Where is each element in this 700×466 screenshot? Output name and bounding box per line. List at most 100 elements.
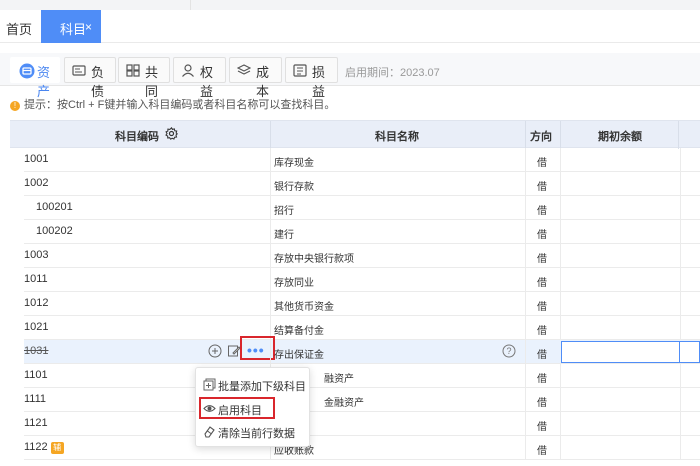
- table-row[interactable]: 1002 银行存款 借: [24, 172, 700, 196]
- tab-equity[interactable]: 权益: [173, 57, 226, 99]
- table-row[interactable]: 100202 建行 借: [24, 220, 700, 244]
- row-direction: 借: [537, 446, 547, 457]
- tab-bar: 首页 科目 ×: [0, 10, 700, 43]
- row-name: 金融资产: [324, 398, 364, 409]
- header-direction: 方向: [530, 131, 552, 143]
- row-code: 1001: [24, 153, 49, 165]
- table-row-selected[interactable]: 1031 ••• 存出保证金 ? 借: [24, 336, 700, 364]
- asset-icon: [19, 63, 35, 79]
- close-icon[interactable]: ×: [85, 20, 92, 34]
- header-name: 科目名称: [375, 131, 419, 143]
- row-code: 1012: [24, 297, 49, 309]
- tip-label: 提示：按Ctrl + F键并输入科目编码或者科目名称可以查找科目。: [24, 99, 336, 111]
- row-name: 银行存款: [274, 182, 314, 193]
- menu-item-label: 批量添加下级科目: [218, 381, 306, 393]
- row-direction: 借: [537, 302, 547, 313]
- table-row[interactable]: 1012 其他货币资金 借: [24, 292, 700, 316]
- cost-icon: [237, 64, 251, 75]
- tab-subjects-label: 科目: [60, 22, 87, 37]
- tab-liability[interactable]: 负债: [64, 57, 116, 99]
- edit-icon[interactable]: [227, 344, 241, 358]
- add-sub-icon: [203, 378, 216, 391]
- row-direction: 借: [537, 278, 547, 289]
- row-name: 建行: [274, 230, 294, 241]
- table-row[interactable]: 1003 存放中央银行款项 借: [24, 244, 700, 268]
- eye-icon: [203, 405, 216, 412]
- menu-item-enable[interactable]: 启用科目: [199, 397, 275, 419]
- tab-common-label: 共同: [145, 65, 159, 99]
- more-dots-icon: •••: [247, 342, 265, 358]
- liability-icon: [72, 65, 86, 76]
- eraser-icon: [204, 426, 215, 438]
- row-direction: 借: [537, 398, 547, 409]
- enable-period: 启用期间：2023.07: [345, 67, 440, 79]
- row-context-menu: 批量添加下级科目 启用科目 清除当前行数据: [195, 367, 310, 447]
- row-name: 融资产: [324, 374, 354, 385]
- row-direction: 借: [537, 374, 547, 385]
- row-code: 1011: [24, 273, 48, 285]
- tab-profit-loss-label: 损益: [312, 65, 326, 99]
- row-code: 1003: [24, 249, 49, 261]
- menu-item-label: 启用科目: [218, 405, 262, 417]
- row-code-text: 1122: [24, 441, 48, 453]
- aux-badge: 辅: [50, 442, 64, 454]
- tab-profit-loss[interactable]: 损益: [285, 57, 338, 99]
- tab-common[interactable]: 共同: [118, 57, 170, 99]
- tab-liability-label: 负债: [91, 65, 105, 99]
- tab-cost[interactable]: 成本: [229, 57, 282, 99]
- header-opening-balance: 期初余额: [598, 131, 642, 143]
- row-code: 1031: [24, 345, 49, 357]
- row-name: 存放同业: [274, 278, 314, 289]
- opening-balance-input[interactable]: [561, 341, 680, 363]
- row-code: 1101: [24, 369, 48, 381]
- help-icon[interactable]: ?: [502, 344, 516, 358]
- table-row[interactable]: 1111 金融资产 借: [24, 388, 700, 412]
- tab-equity-label: 权益: [200, 65, 214, 99]
- menu-item-label: 清除当前行数据: [218, 428, 295, 440]
- row-name: 存放中央银行款项: [274, 254, 354, 265]
- row-direction: 借: [537, 182, 547, 193]
- row-code: 1122 辅: [24, 441, 64, 454]
- table-row[interactable]: 1021 结算备付金 借: [24, 316, 700, 340]
- row-name: 存出保证金: [274, 350, 324, 361]
- row-direction: 借: [537, 254, 547, 265]
- add-circle-icon[interactable]: [208, 344, 222, 358]
- menu-item-batch-add[interactable]: 批量添加下级科目: [200, 374, 306, 396]
- row-direction: 借: [537, 350, 547, 361]
- tip-text: ! 提示：按Ctrl + F键并输入科目编码或者科目名称可以查找科目。: [10, 96, 335, 112]
- tab-asset-label: 资产: [37, 65, 51, 99]
- row-code: 1021: [24, 321, 49, 333]
- row-code: 1121: [24, 417, 48, 429]
- category-tabs: 资产 负债 共同 权益 成本 损益 启用期间：2023.07: [0, 53, 700, 99]
- row-code: 1111: [24, 393, 47, 405]
- tab-home[interactable]: 首页: [6, 19, 32, 38]
- table-row[interactable]: 1122 辅 应收账款 借: [24, 436, 700, 460]
- table-header: 科目编码 科目名称 方向 期初余额: [10, 120, 700, 149]
- tab-asset[interactable]: 资产: [10, 57, 60, 99]
- row-name: 招行: [274, 206, 294, 217]
- table-row[interactable]: 1101 融资产 借: [24, 364, 700, 388]
- common-icon: [126, 64, 140, 77]
- row-direction: 借: [537, 230, 547, 241]
- row-direction: 借: [537, 326, 547, 337]
- warning-icon: !: [10, 101, 20, 111]
- top-strip: [0, 0, 700, 10]
- row-direction: 借: [537, 206, 547, 217]
- row-name: 结算备付金: [274, 326, 324, 337]
- tab-subjects[interactable]: 科目 ×: [41, 10, 101, 43]
- table-row[interactable]: 1011 存放同业 借: [24, 268, 700, 292]
- header-code: 科目编码: [115, 131, 159, 143]
- row-name: 其他货币资金: [274, 302, 334, 313]
- tab-cost-label: 成本: [256, 65, 270, 99]
- table-row[interactable]: 1121 借: [24, 412, 700, 436]
- table-row[interactable]: 100201 招行 借: [24, 196, 700, 220]
- row-code: 100202: [36, 225, 73, 237]
- next-cell-input[interactable]: [680, 341, 700, 363]
- row-code: 1002: [24, 177, 49, 189]
- row-code: 100201: [36, 201, 73, 213]
- table-row[interactable]: 1001 库存现金 借: [24, 148, 700, 172]
- row-direction: 借: [537, 158, 547, 169]
- equity-icon: [182, 64, 194, 77]
- gear-icon[interactable]: [165, 127, 178, 140]
- menu-item-clear-row[interactable]: 清除当前行数据: [200, 421, 306, 443]
